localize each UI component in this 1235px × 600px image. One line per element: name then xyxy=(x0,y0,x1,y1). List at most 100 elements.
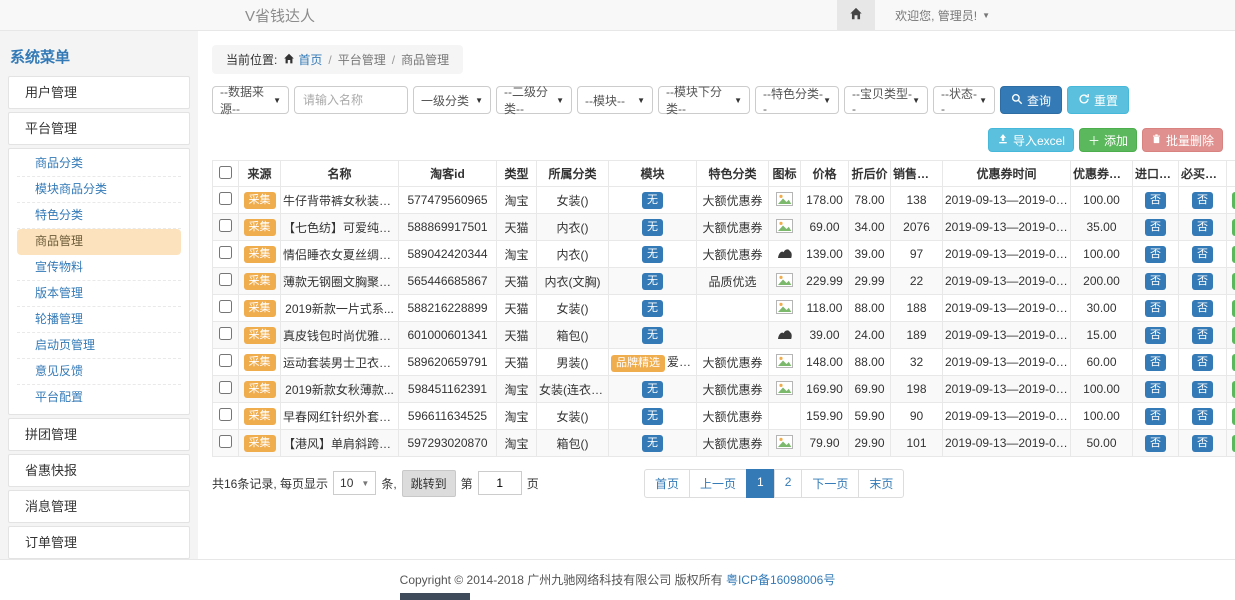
sidebar-item[interactable]: 用户管理 xyxy=(9,77,189,108)
sidebar-subitem[interactable]: 平台配置 xyxy=(17,385,181,410)
sidebar-item[interactable]: 消息管理 xyxy=(9,491,189,522)
status-cell: 上架 xyxy=(1227,214,1235,241)
user-menu[interactable]: 欢迎您, 管理员! ▼ xyxy=(895,7,990,24)
import-choice-badge[interactable]: 否 xyxy=(1145,300,1166,317)
pager-item[interactable]: 1 xyxy=(746,469,775,498)
add-button[interactable]: ＋ 添加 xyxy=(1079,128,1137,152)
name-search-input[interactable] xyxy=(294,86,408,114)
sidebar-item[interactable]: 省惠快报 xyxy=(9,455,189,486)
row-checkbox[interactable] xyxy=(219,408,232,421)
product-icon xyxy=(776,222,793,236)
row-checkbox[interactable] xyxy=(219,273,232,286)
row-checkbox[interactable] xyxy=(219,354,232,367)
column-header: 特色分类 xyxy=(697,161,769,187)
breadcrumb-home-link[interactable]: 首页 xyxy=(283,51,322,68)
row-checkbox[interactable] xyxy=(219,192,232,205)
filter-select[interactable]: --宝贝类型--▼ xyxy=(844,86,928,114)
must-buy-badge[interactable]: 否 xyxy=(1192,246,1213,263)
sidebar-subitem[interactable]: 启动页管理 xyxy=(17,333,181,359)
sidebar-subitem[interactable]: 商品分类 xyxy=(17,151,181,177)
import-choice-cell: 否 xyxy=(1133,322,1179,349)
feature-cell: 大额优惠券 xyxy=(697,376,769,403)
pager-item[interactable]: 2 xyxy=(774,469,803,498)
feature-cell: 大额优惠券 xyxy=(697,214,769,241)
sidebar-item[interactable]: 订单管理 xyxy=(9,527,189,558)
row-checkbox[interactable] xyxy=(219,300,232,313)
must-buy-badge[interactable]: 否 xyxy=(1192,381,1213,398)
status-badge[interactable]: 上架 xyxy=(1232,219,1235,236)
filter-select[interactable]: 一级分类▼ xyxy=(413,86,491,114)
import-choice-badge[interactable]: 否 xyxy=(1145,273,1166,290)
pager-item[interactable]: 首页 xyxy=(644,469,690,498)
filter-select[interactable]: --特色分类--▼ xyxy=(755,86,839,114)
sidebar-subitem[interactable]: 版本管理 xyxy=(17,281,181,307)
must-buy-badge[interactable]: 否 xyxy=(1192,300,1213,317)
filter-select[interactable]: --模块下分类--▼ xyxy=(658,86,750,114)
sidebar-item[interactable]: 拼团管理 xyxy=(9,419,189,450)
type-cell: 淘宝 xyxy=(497,430,537,457)
sidebar-subitem[interactable]: 模块商品分类 xyxy=(17,177,181,203)
filter-select[interactable]: --状态--▼ xyxy=(933,86,995,114)
import-choice-badge[interactable]: 否 xyxy=(1145,219,1166,236)
must-buy-badge[interactable]: 否 xyxy=(1192,408,1213,425)
home-button[interactable] xyxy=(837,0,875,30)
sidebar-subitem[interactable]: 宣传物料 xyxy=(17,255,181,281)
status-badge[interactable]: 上架 xyxy=(1232,300,1235,317)
sidebar-item[interactable]: 平台管理 xyxy=(9,113,189,144)
batch-delete-button[interactable]: 批量删除 xyxy=(1142,128,1223,152)
must-buy-badge[interactable]: 否 xyxy=(1192,192,1213,209)
row-checkbox[interactable] xyxy=(219,327,232,340)
status-badge[interactable]: 上架 xyxy=(1232,435,1235,452)
status-badge[interactable]: 上架 xyxy=(1232,192,1235,209)
jump-button[interactable]: 跳转到 xyxy=(402,470,456,497)
sidebar-subitem[interactable]: 商品管理 xyxy=(17,229,181,255)
filter-select[interactable]: --模块--▼ xyxy=(577,86,653,114)
import-excel-button[interactable]: 导入excel xyxy=(988,128,1074,152)
status-badge[interactable]: 上架 xyxy=(1232,408,1235,425)
pager-item[interactable]: 下一页 xyxy=(801,469,859,498)
filter-select[interactable]: --二级分类--▼ xyxy=(496,86,572,114)
row-checkbox[interactable] xyxy=(219,381,232,394)
status-badge[interactable]: 上架 xyxy=(1232,354,1235,371)
import-choice-cell: 否 xyxy=(1133,214,1179,241)
row-checkbox[interactable] xyxy=(219,435,232,448)
import-choice-badge[interactable]: 否 xyxy=(1145,408,1166,425)
icp-link[interactable]: 粤ICP备16098006号 xyxy=(726,573,835,587)
copyright-text: Copyright © 2014-2018 广州九驰网络科技有限公司 版权所有 xyxy=(400,573,723,587)
status-badge[interactable]: 上架 xyxy=(1232,273,1235,290)
filter-select-data-source[interactable]: --数据来源--▼ xyxy=(212,86,289,114)
import-choice-badge[interactable]: 否 xyxy=(1145,435,1166,452)
import-choice-badge[interactable]: 否 xyxy=(1145,327,1166,344)
feature-cell xyxy=(697,322,769,349)
select-all-checkbox[interactable] xyxy=(219,166,232,179)
sidebar-subitem[interactable]: 意见反馈 xyxy=(17,359,181,385)
source-badge: 采集 xyxy=(244,219,276,236)
search-button[interactable]: 查询 xyxy=(1000,86,1062,114)
must-buy-badge[interactable]: 否 xyxy=(1192,219,1213,236)
sidebar-subitem[interactable]: 特色分类 xyxy=(17,203,181,229)
row-select-cell xyxy=(213,322,239,349)
sidebar-subitem[interactable]: 轮播管理 xyxy=(17,307,181,333)
pager-item[interactable]: 末页 xyxy=(858,469,904,498)
status-badge[interactable]: 上架 xyxy=(1232,381,1235,398)
import-choice-badge[interactable]: 否 xyxy=(1145,192,1166,209)
import-choice-badge[interactable]: 否 xyxy=(1145,381,1166,398)
must-buy-badge[interactable]: 否 xyxy=(1192,435,1213,452)
row-checkbox[interactable] xyxy=(219,219,232,232)
module-text: 爱上运动 xyxy=(667,355,697,369)
per-page-select[interactable]: 10▼ xyxy=(333,471,376,495)
row-checkbox[interactable] xyxy=(219,246,232,259)
pager-item[interactable]: 上一页 xyxy=(689,469,747,498)
page-number-input[interactable] xyxy=(478,471,522,495)
must-buy-badge[interactable]: 否 xyxy=(1192,273,1213,290)
status-badge[interactable]: 上架 xyxy=(1232,327,1235,344)
import-choice-badge[interactable]: 否 xyxy=(1145,246,1166,263)
name-cell: 【七色纺】可爱纯棉家... xyxy=(281,214,399,241)
module-cell: 无 xyxy=(609,322,697,349)
status-badge[interactable]: 上架 xyxy=(1232,246,1235,263)
status-cell: 上架 xyxy=(1227,241,1235,268)
reset-button[interactable]: 重置 xyxy=(1067,86,1129,114)
import-choice-badge[interactable]: 否 xyxy=(1145,354,1166,371)
must-buy-badge[interactable]: 否 xyxy=(1192,354,1213,371)
must-buy-badge[interactable]: 否 xyxy=(1192,327,1213,344)
